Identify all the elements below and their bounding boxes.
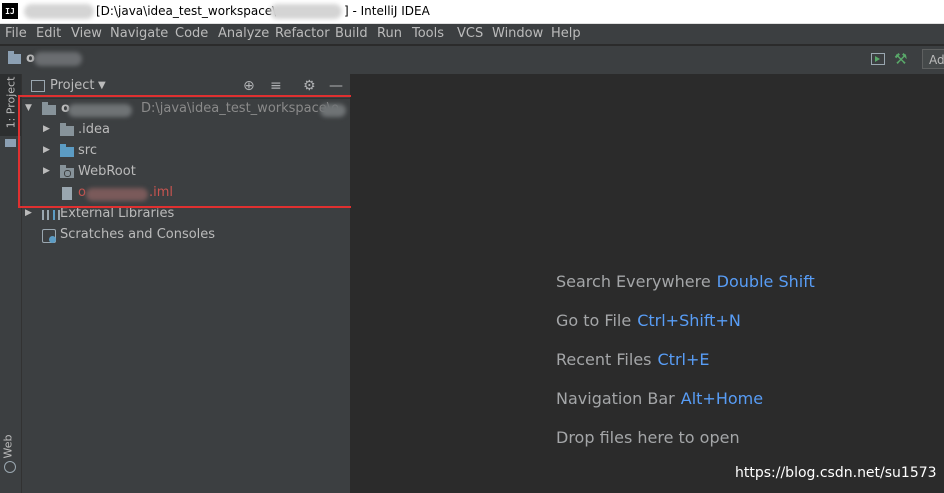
menu-help[interactable]: Help	[551, 26, 581, 41]
chevron-down-icon[interactable]: ▼	[98, 80, 106, 91]
web-folder-icon	[60, 165, 74, 178]
window-title: [D:\java\idea_test_workspace\	[96, 4, 277, 18]
source-folder-icon	[60, 144, 74, 157]
menu-code[interactable]: Code	[175, 26, 208, 41]
menu-edit[interactable]: Edit	[36, 26, 61, 41]
hint-shortcut: Ctrl+Shift+N	[637, 311, 741, 330]
collapsed-arrow-icon[interactable]: ▶	[43, 124, 50, 134]
scratches-icon	[42, 229, 56, 243]
folder-icon	[60, 123, 74, 136]
menu-refactor[interactable]: Refactor	[275, 26, 330, 41]
project-tool-tab[interactable]: 1: Project	[0, 74, 21, 136]
minimize-icon[interactable]: —	[329, 78, 343, 94]
hint-label: Navigation Bar	[556, 389, 675, 408]
menu-tools[interactable]: Tools	[412, 26, 444, 41]
hint-navigation-bar: Navigation Bar Alt+Home	[556, 389, 763, 408]
menu-bar: File Edit View Navigate Code Analyze Ref…	[0, 24, 944, 44]
module-folder-icon	[42, 102, 56, 115]
collapsed-arrow-icon[interactable]: ▶	[43, 166, 50, 176]
hint-drop-files: Drop files here to open	[556, 428, 740, 447]
gear-icon[interactable]: ⚙	[303, 78, 316, 94]
hint-shortcut: Alt+Home	[680, 389, 764, 408]
menu-view[interactable]: View	[71, 26, 102, 41]
watermark: https://blog.csdn.net/su1573	[735, 465, 937, 481]
collapse-icon[interactable]: ≡	[270, 78, 282, 94]
project-panel-header: Project ▼ ⊕ ≡ ⚙ —	[22, 74, 350, 99]
hint-go-to-file: Go to File Ctrl+Shift+N	[556, 311, 741, 330]
redacted-path-tail	[320, 104, 346, 117]
web-tool-tab[interactable]: Web	[1, 435, 14, 459]
project-view-icon	[31, 80, 45, 92]
redacted-project-name	[24, 4, 94, 19]
project-tool-tab-label: 1: Project	[4, 76, 18, 129]
iml-file-icon	[62, 187, 72, 200]
menu-run[interactable]: Run	[377, 26, 402, 41]
window-title-suffix: ] - IntelliJ IDEA	[344, 4, 430, 18]
tree-node-root[interactable]: ▼ o D:\java\idea_test_workspace\o	[22, 99, 350, 120]
editor-area[interactable]: Search Everywhere Double Shift Go to File…	[351, 74, 944, 493]
menu-window[interactable]: Window	[492, 26, 543, 41]
tree-label-idea: .idea	[78, 122, 110, 137]
hint-shortcut: Double Shift	[716, 272, 815, 291]
tree-node-iml[interactable]: o .iml	[22, 183, 350, 204]
redacted-folder-name	[270, 4, 342, 19]
web-icon[interactable]	[4, 461, 16, 473]
tree-label-webroot: WebRoot	[78, 164, 136, 179]
menu-vcs[interactable]: VCS	[457, 26, 483, 41]
tree-label-src: src	[78, 143, 97, 158]
root-module-path: D:\java\idea_test_workspace\o	[141, 101, 340, 116]
hint-shortcut: Ctrl+E	[657, 350, 710, 369]
crosshair-icon[interactable]: ⊕	[243, 78, 255, 94]
redacted-breadcrumb	[34, 52, 82, 66]
left-tool-strip: 1: Project Web	[0, 74, 22, 493]
menu-analyze[interactable]: Analyze	[218, 26, 269, 41]
tree-label-external-libraries: External Libraries	[60, 206, 175, 221]
menu-build[interactable]: Build	[335, 26, 368, 41]
navigation-bar: o ⚒ Ad	[0, 45, 944, 75]
tree-label-scratches: Scratches and Consoles	[60, 227, 216, 242]
external-libraries-icon	[42, 210, 60, 220]
tree-node-scratches[interactable]: Scratches and Consoles	[22, 225, 350, 246]
collapsed-arrow-icon[interactable]: ▶	[25, 208, 32, 218]
menu-file[interactable]: File	[5, 26, 27, 41]
folder-icon	[8, 51, 21, 64]
hammer-icon[interactable]: ⚒	[894, 51, 907, 67]
tree-node-webroot[interactable]: ▶ WebRoot	[22, 162, 350, 183]
redacted-module-name	[68, 104, 132, 117]
iml-name-prefix: o	[78, 185, 86, 200]
expanded-arrow-icon[interactable]: ▼	[25, 103, 32, 113]
project-view-selector[interactable]: Project	[50, 78, 94, 93]
tree-node-idea[interactable]: ▶ .idea	[22, 120, 350, 141]
iml-name-suffix: .iml	[149, 185, 174, 200]
add-configuration-button[interactable]: Ad	[922, 49, 944, 69]
window-title-bar: IJ [D:\java\idea_test_workspace\ ] - Int…	[0, 0, 944, 24]
collapsed-arrow-icon[interactable]: ▶	[43, 145, 50, 155]
folder-icon	[5, 139, 16, 147]
intellij-app-icon: IJ	[2, 3, 18, 19]
hint-recent-files: Recent Files Ctrl+E	[556, 350, 709, 369]
project-panel: Project ▼ ⊕ ≡ ⚙ — ▼ o D:\java\idea_test_…	[22, 74, 351, 493]
redacted-iml-name	[86, 188, 148, 201]
hint-label: Go to File	[556, 311, 632, 330]
tree-node-external-libraries[interactable]: ▶ External Libraries	[22, 204, 350, 225]
hint-label: Recent Files	[556, 350, 652, 369]
hint-label: Search Everywhere	[556, 272, 711, 291]
menu-navigate[interactable]: Navigate	[110, 26, 168, 41]
run-config-icon[interactable]	[871, 53, 885, 65]
tree-node-src[interactable]: ▶ src	[22, 141, 350, 162]
hint-label: Drop files here to open	[556, 428, 740, 447]
hint-search-everywhere: Search Everywhere Double Shift	[556, 272, 815, 291]
